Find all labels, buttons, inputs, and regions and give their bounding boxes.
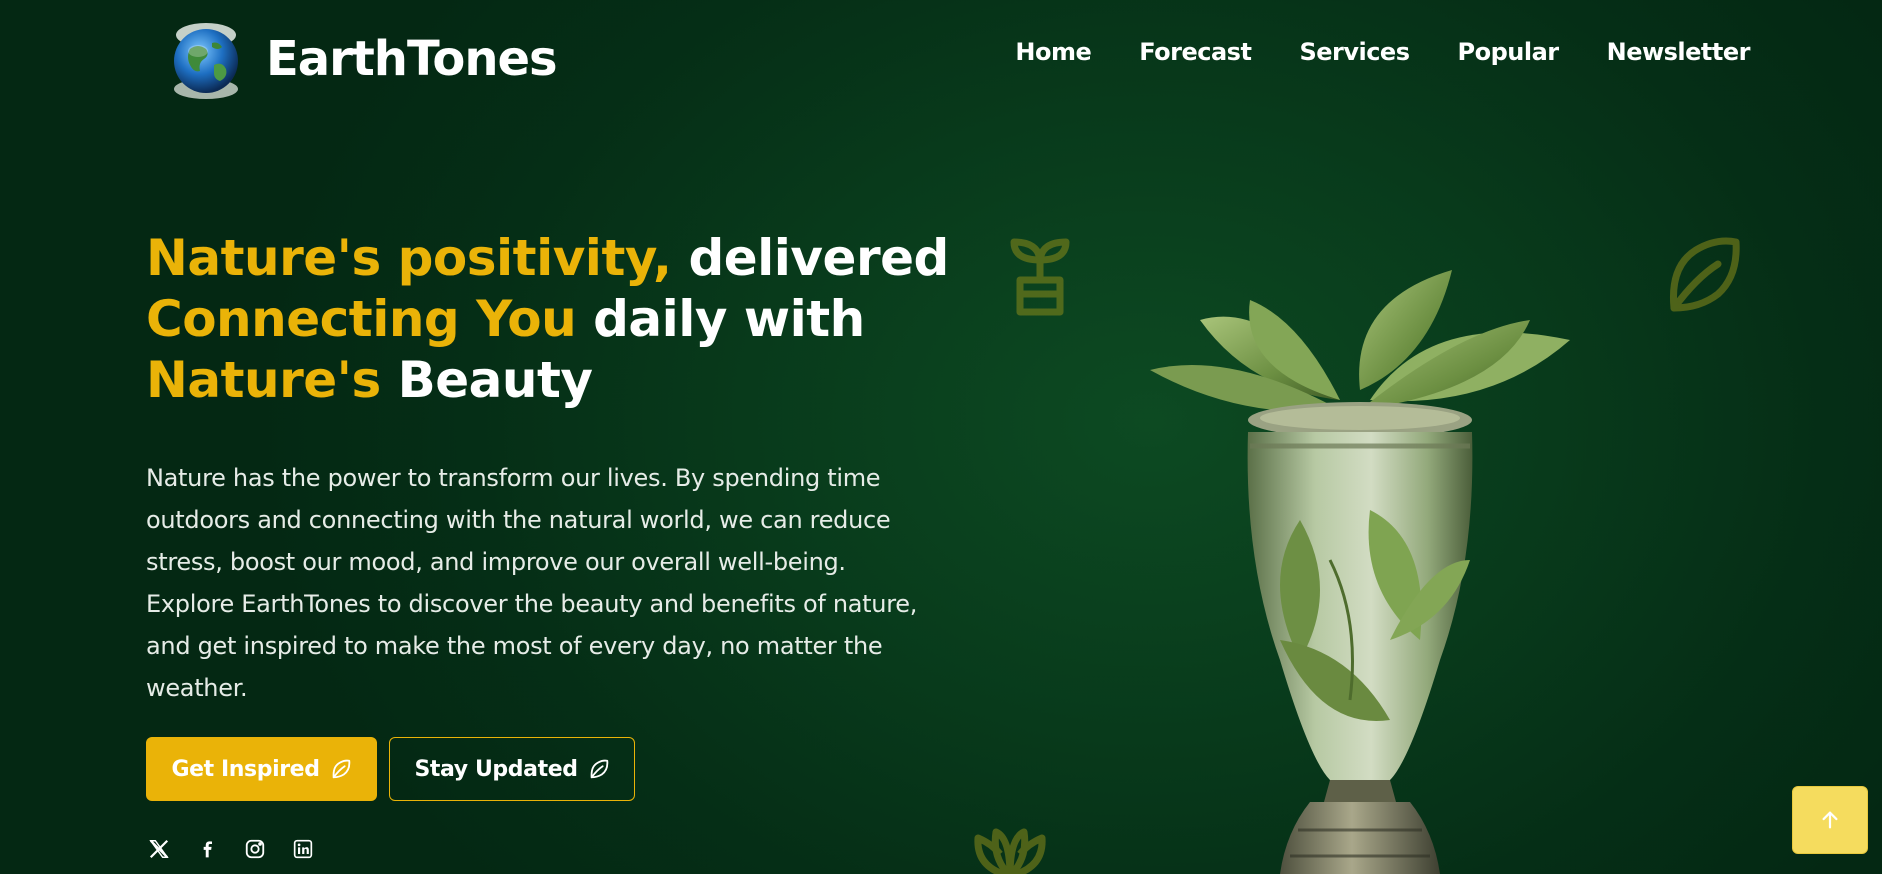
social-links	[146, 836, 316, 862]
hero-plant-vase-image	[1130, 260, 1590, 874]
site-header: EarthTones Home Forecast Services Popula…	[0, 0, 1882, 115]
get-inspired-label: Get Inspired	[171, 756, 320, 782]
leaf-icon	[1669, 237, 1740, 312]
scroll-to-top-button[interactable]	[1792, 786, 1868, 854]
hero-title-line2-highlight: Connecting You	[146, 290, 577, 348]
hero-description: Nature has the power to transform our li…	[146, 464, 918, 702]
hero-title-line1-rest: delivered	[671, 229, 949, 287]
lotus-icon	[974, 828, 1046, 874]
hero-title-line3-highlight: Nature's	[146, 351, 381, 409]
arrow-up-icon	[1822, 811, 1838, 829]
leaf-icon	[332, 759, 350, 779]
nav-forecast[interactable]: Forecast	[1139, 38, 1252, 66]
brand-logo[interactable]: EarthTones	[162, 15, 558, 103]
instagram-icon[interactable]	[242, 836, 268, 862]
hero-title-line1-highlight: Nature's positivity,	[146, 229, 672, 287]
nav-services[interactable]: Services	[1299, 38, 1410, 66]
get-inspired-button[interactable]: Get Inspired	[146, 737, 377, 801]
x-icon[interactable]	[146, 836, 172, 862]
facebook-icon[interactable]	[194, 836, 220, 862]
leaf-icon	[590, 759, 608, 779]
hero-title: Nature's positivity, delivered Connectin…	[146, 228, 966, 411]
stay-updated-button[interactable]: Stay Updated	[389, 737, 635, 801]
linkedin-icon[interactable]	[290, 836, 316, 862]
nav-popular[interactable]: Popular	[1458, 38, 1560, 66]
hero-title-line2-rest: daily with	[576, 290, 865, 348]
globe-icon	[162, 15, 250, 103]
plant-pot-icon	[1010, 238, 1070, 316]
nav-newsletter[interactable]: Newsletter	[1607, 38, 1751, 66]
brand-name: EarthTones	[266, 31, 558, 87]
nav-home[interactable]: Home	[1015, 38, 1091, 66]
stay-updated-label: Stay Updated	[414, 756, 578, 782]
main-nav: Home Forecast Services Popular Newslette…	[1015, 38, 1750, 66]
hero-title-line3-rest: Beauty	[380, 351, 593, 409]
